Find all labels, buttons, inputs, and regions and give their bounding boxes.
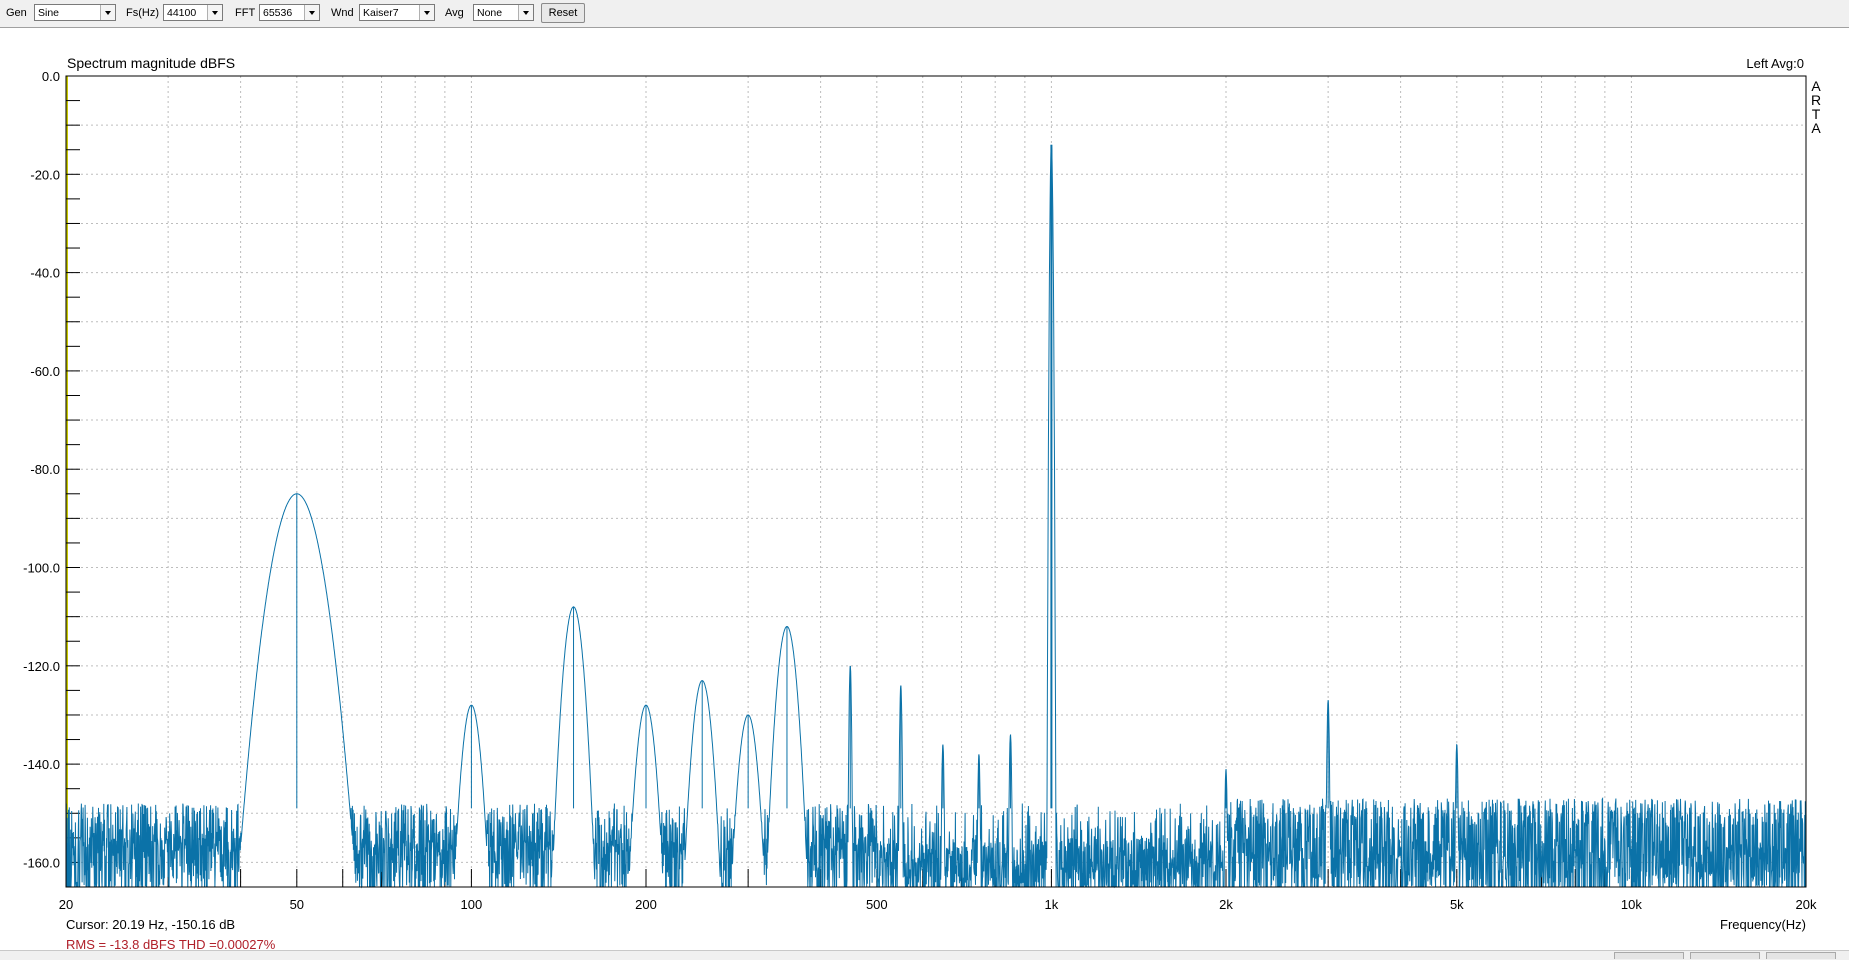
y-tick-label: -100.0 — [23, 561, 60, 576]
sample-rate-select[interactable]: 44100 — [163, 4, 223, 21]
chevron-down-icon — [419, 5, 434, 20]
y-tick-label: 0.0 — [42, 69, 60, 84]
x-tick-label: 100 — [461, 897, 483, 912]
wnd-label: Wnd — [331, 7, 354, 19]
x-tick-label: 500 — [866, 897, 888, 912]
x-tick-label: 200 — [635, 897, 657, 912]
x-tick-label: 5k — [1450, 897, 1464, 912]
generator-value: Sine — [38, 7, 60, 19]
status-button-1[interactable] — [1614, 952, 1684, 959]
x-tick-label: 10k — [1621, 897, 1642, 912]
chevron-down-icon — [518, 5, 533, 20]
plot-frame — [65, 75, 1807, 888]
fft-label: FFT — [235, 7, 256, 19]
window-select[interactable]: Kaiser7 — [359, 4, 435, 21]
gen-label: Gen — [6, 7, 27, 19]
averaging-select[interactable]: None — [473, 4, 534, 21]
y-tick-label: -20.0 — [30, 167, 60, 182]
x-tick-label: 1k — [1045, 897, 1059, 912]
toolbar: Gen Sine Fs(Hz) 44100 FFT 65536 Wnd Kais… — [0, 0, 1849, 28]
spectrum-chart[interactable]: 0.0 -20.0 -40.0 -60.0 -80.0 -100.0 -120.0 -140.… — [0, 28, 1849, 950]
x-tick-label: 50 — [290, 897, 304, 912]
x-tick-label: 20k — [1796, 897, 1817, 912]
fft-size-value: 65536 — [263, 7, 293, 19]
rms-thd-readout: RMS = -13.8 dBFS THD =0.00027% — [66, 937, 276, 950]
y-tick-label: -80.0 — [30, 462, 60, 477]
status-button-3[interactable] — [1766, 952, 1836, 959]
chevron-down-icon — [304, 5, 319, 20]
status-button-2[interactable] — [1690, 952, 1760, 959]
channel-info: Left Avg:0 — [1746, 56, 1804, 71]
x-tick-label: 20 — [59, 897, 73, 912]
window-value: Kaiser7 — [363, 7, 399, 19]
y-tick-label: -140.0 — [23, 757, 60, 772]
avg-label: Avg — [445, 7, 464, 19]
y-tick-label: -160.0 — [23, 855, 60, 870]
y-tick-label: -60.0 — [30, 364, 60, 379]
cursor-readout: Cursor: 20.19 Hz, -150.16 dB — [66, 917, 235, 932]
averaging-value: None — [477, 7, 503, 19]
x-tick-label: 2k — [1219, 897, 1233, 912]
spectrum-trace — [65, 144, 1807, 889]
generator-select[interactable]: Sine — [34, 4, 116, 21]
fs-label: Fs(Hz) — [126, 7, 159, 19]
chart-title: Spectrum magnitude dBFS — [67, 55, 235, 71]
brand-letter: A — [1811, 120, 1821, 136]
sample-rate-value: 44100 — [167, 7, 197, 19]
y-tick-label: -40.0 — [30, 266, 60, 281]
y-tick-label: -120.0 — [23, 659, 60, 674]
chevron-down-icon — [207, 5, 222, 20]
fft-size-select[interactable]: 65536 — [259, 4, 320, 21]
reset-button[interactable]: Reset — [541, 3, 585, 23]
chevron-down-icon — [100, 5, 115, 20]
x-axis-label: Frequency(Hz) — [1720, 917, 1806, 932]
